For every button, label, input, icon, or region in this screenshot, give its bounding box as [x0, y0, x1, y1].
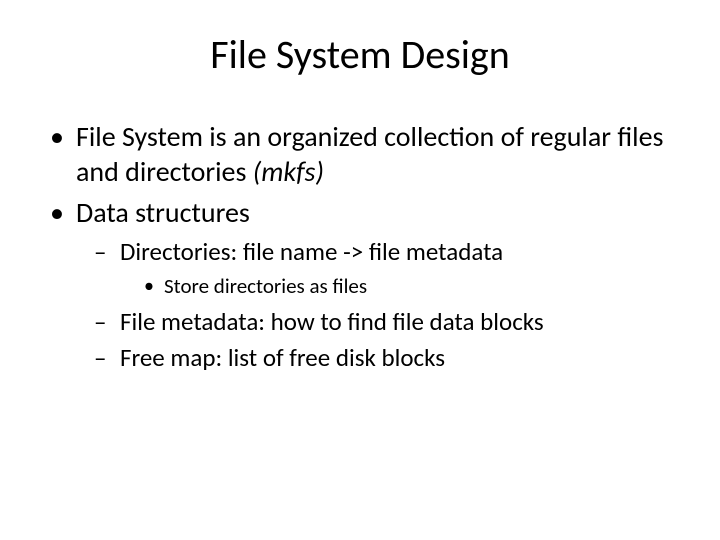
- bullet-text: Data structures: [76, 195, 250, 230]
- bullet-text: File System is an organized collection o…: [76, 119, 664, 189]
- bullet-list: File System is an organized collection o…: [50, 119, 680, 375]
- subsub-bullet-text: Store directories as files: [164, 273, 367, 299]
- bullet-text-italic: (mkfs): [253, 154, 324, 189]
- slide-title: File System Design: [40, 30, 680, 79]
- sub-bullet-text: Directories: file name -> file metadata: [120, 236, 503, 267]
- subsub-bullet-item: Store directories as files: [144, 273, 680, 300]
- sub-bullet-item: File metadata: how to find file data blo…: [94, 306, 680, 339]
- bullet-item: File System is an organized collection o…: [50, 119, 680, 189]
- sub-bullet-text: File metadata: how to find file data blo…: [120, 306, 544, 337]
- slide: File System Design File System is an org…: [0, 0, 720, 540]
- sub-bullet-text: Free map: list of free disk blocks: [120, 342, 445, 373]
- subsub-bullet-list: Store directories as files: [144, 273, 680, 300]
- sub-bullet-item: Free map: list of free disk blocks: [94, 342, 680, 375]
- sub-bullet-item: Directories: file name -> file metadata …: [94, 236, 680, 300]
- sub-bullet-list: Directories: file name -> file metadata …: [94, 236, 680, 375]
- bullet-item: Data structures Directories: file name -…: [50, 195, 680, 375]
